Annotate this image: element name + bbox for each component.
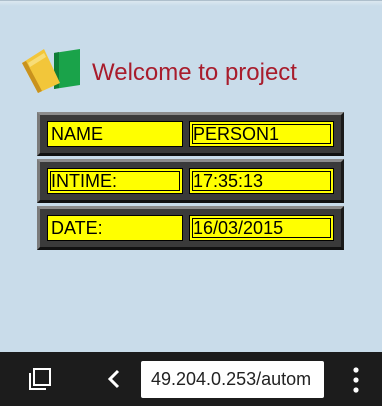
url-field[interactable]: 49.204.0.253/autom [141, 361, 324, 398]
info-row-name: NAME PERSON1 [37, 112, 344, 156]
info-row-date: DATE: 16/03/2015 [37, 206, 344, 250]
intime-label: INTIME: [47, 168, 183, 194]
name-value: PERSON1 [189, 121, 334, 147]
tabs-icon[interactable] [29, 368, 51, 390]
menu-icon[interactable] [350, 366, 362, 394]
name-label: NAME [47, 121, 183, 147]
web-page: Welcome to project NAME PERSON1 INTIME: … [0, 0, 382, 353]
intime-value: 17:35:13 [189, 168, 334, 194]
info-row-intime: INTIME: 17:35:13 [37, 159, 344, 203]
back-icon[interactable] [104, 368, 124, 390]
welcome-heading: Welcome to project [92, 59, 297, 86]
date-value: 16/03/2015 [189, 215, 334, 241]
date-label: DATE: [47, 215, 183, 241]
browser-nav-bar: 49.204.0.253/autom [0, 352, 382, 406]
top-divider [0, 1, 382, 6]
project-logo-icon [22, 49, 80, 93]
